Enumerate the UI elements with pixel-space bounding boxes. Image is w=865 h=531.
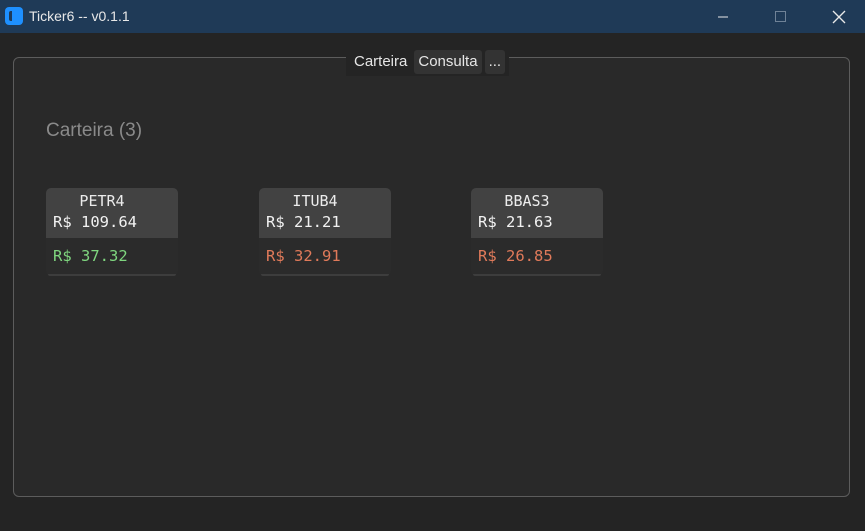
maximize-button[interactable]	[752, 0, 810, 33]
portfolio-title: Carteira (3)	[46, 120, 143, 141]
tab-consulta[interactable]: Consulta	[414, 50, 482, 74]
stock-value: R$ 32.91	[266, 247, 341, 265]
app-logo-icon	[5, 7, 23, 25]
stock-value: R$ 37.32	[53, 247, 128, 265]
stock-value: R$ 26.85	[478, 247, 553, 265]
stock-ticker: PETR4	[79, 192, 125, 210]
stock-card-petr4[interactable]: PETR4 R$ 109.64 R$ 37.32	[46, 188, 178, 276]
stock-card-itub4[interactable]: ITUB4 R$ 21.21 R$ 32.91	[259, 188, 391, 276]
stock-price: R$ 21.21	[266, 213, 341, 231]
card-divider	[261, 274, 389, 276]
window-title: Ticker6 -- v0.1.1	[29, 8, 130, 24]
card-divider	[48, 274, 176, 276]
tab-more[interactable]: ...	[484, 50, 506, 74]
stock-card-bbas3[interactable]: BBAS3 R$ 21.63 R$ 26.85	[471, 188, 603, 276]
stock-card-header: PETR4 R$ 109.64	[46, 188, 178, 238]
stock-card-header: ITUB4 R$ 21.21	[259, 188, 391, 238]
close-button[interactable]	[810, 0, 865, 33]
title-bar: Ticker6 -- v0.1.1	[0, 0, 865, 33]
stock-price: R$ 21.63	[478, 213, 553, 231]
maximize-icon	[775, 10, 786, 22]
tab-carteira[interactable]: Carteira	[350, 50, 411, 74]
minimize-icon	[718, 16, 728, 17]
tab-bar: Carteira Consulta ...	[346, 48, 510, 76]
stock-ticker: ITUB4	[292, 192, 338, 210]
card-divider	[473, 274, 601, 276]
stock-price: R$ 109.64	[53, 213, 137, 231]
minimize-button[interactable]	[694, 0, 752, 33]
stock-card-header: BBAS3 R$ 21.63	[471, 188, 603, 238]
stock-ticker: BBAS3	[504, 192, 550, 210]
close-icon	[832, 10, 846, 23]
